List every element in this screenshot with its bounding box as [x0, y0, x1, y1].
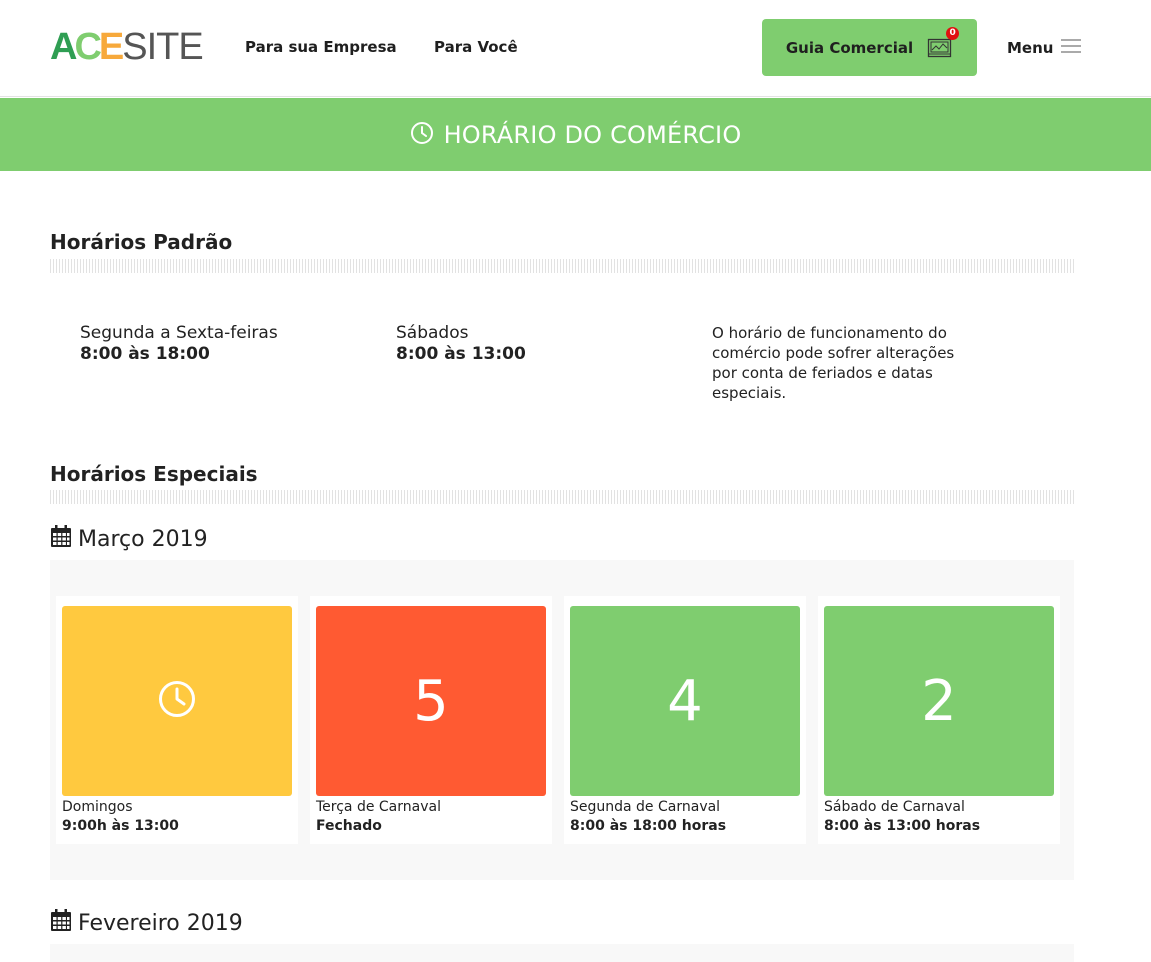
- card-hours: Fechado: [316, 818, 382, 834]
- calendar-icon: [50, 908, 78, 938]
- card-hours: 8:00 às 13:00 horas: [824, 818, 981, 834]
- site-logo[interactable]: ACE SITE: [50, 27, 215, 67]
- section-title-especiais: Horários Especiais: [50, 462, 258, 486]
- month-name: Fevereiro 2019: [78, 910, 243, 936]
- clock-icon: [410, 121, 434, 149]
- standard-hours-value: 8:00 às 18:00: [80, 344, 210, 364]
- section-divider: [50, 490, 1074, 504]
- section-title-padrao: Horários Padrão: [50, 230, 233, 254]
- card-color-block: 2: [824, 606, 1054, 796]
- standard-days-label: Segunda a Sexta-feiras: [80, 323, 278, 343]
- nav-para-voce[interactable]: Para Você: [434, 38, 518, 56]
- card-day-number: 2: [921, 668, 957, 734]
- standard-days-label: Sábados: [396, 323, 469, 343]
- card-day-number: 5: [413, 668, 449, 734]
- month-title: Março 2019: [50, 524, 208, 554]
- logo-ace: ACE: [50, 26, 124, 68]
- month-title: Fevereiro 2019: [50, 908, 243, 938]
- card-label: Domingos: [62, 799, 133, 815]
- special-hours-card[interactable]: 4 Segunda de Carnaval 8:00 às 18:00 hora…: [564, 596, 806, 844]
- card-label: Terça de Carnaval: [316, 799, 441, 815]
- card-day-number: 4: [667, 668, 703, 734]
- standard-hours-saturday: Sábados 8:00 às 13:00: [396, 323, 526, 365]
- standard-hours-value: 8:00 às 13:00: [396, 344, 526, 364]
- card-label: Segunda de Carnaval: [570, 799, 721, 815]
- guia-comercial-button[interactable]: Guia Comercial 0: [762, 19, 977, 76]
- site-header: ACE SITE Para sua Empresa Para Você Guia …: [0, 0, 1151, 97]
- logo-site: SITE: [122, 26, 203, 68]
- card-hours: 8:00 às 18:00 horas: [570, 818, 727, 834]
- special-hours-card[interactable]: 2 Sábado de Carnaval 8:00 às 13:00 horas: [818, 596, 1060, 844]
- card-hours: 9:00h às 13:00: [62, 818, 179, 834]
- card-color-block: [62, 606, 292, 796]
- card-color-block: 5: [316, 606, 546, 796]
- section-divider: [50, 259, 1074, 273]
- month-panel: [50, 944, 1074, 962]
- hamburger-icon: [1061, 38, 1082, 57]
- guia-comercial-label: Guia Comercial: [785, 38, 914, 57]
- standard-hours-weekdays: Segunda a Sexta-feiras 8:00 às 18:00: [80, 323, 278, 365]
- special-hours-card[interactable]: 5 Terça de Carnaval Fechado: [310, 596, 552, 844]
- standard-hours-note: O horário de funcionamento do comércio p…: [712, 324, 955, 402]
- page-title: HORÁRIO DO COMÉRCIO: [443, 120, 742, 149]
- calendar-icon: [50, 524, 78, 554]
- menu-label: Menu: [1007, 38, 1054, 57]
- card-color-block: 4: [570, 606, 800, 796]
- month-name: Março 2019: [78, 526, 208, 552]
- page-banner: HORÁRIO DO COMÉRCIO: [0, 98, 1151, 171]
- clock-icon: [157, 679, 197, 723]
- card-label: Sábado de Carnaval: [824, 799, 965, 815]
- special-hours-card[interactable]: Domingos 9:00h às 13:00: [56, 596, 298, 844]
- cart-count-badge: 0: [946, 26, 960, 40]
- menu-button[interactable]: Menu: [1007, 38, 1082, 57]
- nav-para-sua-empresa[interactable]: Para sua Empresa: [245, 38, 397, 56]
- cart-icon: 0: [927, 26, 960, 60]
